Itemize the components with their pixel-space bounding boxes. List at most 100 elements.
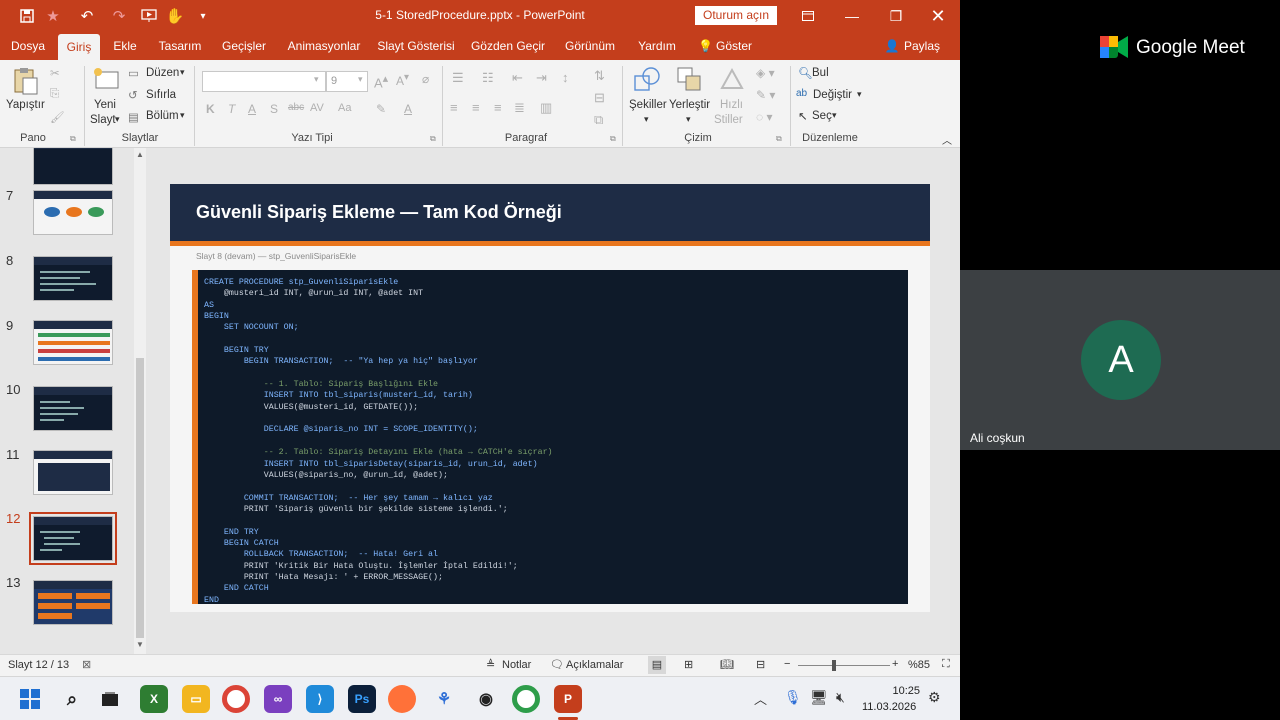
eye-app-icon[interactable]: ◉ (472, 685, 500, 713)
shape-effects-icon[interactable]: ◌ ▾ (756, 110, 773, 124)
notes-icon[interactable]: ≜ (486, 658, 495, 671)
file-explorer-icon[interactable]: ▭ (182, 685, 210, 713)
visual-studio-icon[interactable]: ∞ (264, 685, 292, 713)
select-dropdown-icon[interactable]: ▾ (832, 110, 837, 121)
tab-help[interactable]: Yardım (634, 32, 680, 60)
vscode-icon[interactable]: ⟩ (306, 685, 334, 713)
notes-button[interactable]: Notlar (502, 659, 531, 671)
character-spacing-icon[interactable]: AV (310, 102, 324, 114)
tab-tell-me[interactable]: Göster (714, 32, 754, 60)
shapes-button[interactable]: Şekiller (629, 99, 667, 111)
new-slide-icon[interactable] (92, 66, 120, 95)
new-slide-dropdown-icon[interactable]: ▾ (115, 114, 120, 125)
font-launcher-icon[interactable]: ⧉ (430, 134, 436, 144)
powerpoint-app-icon[interactable]: P (554, 685, 582, 713)
touch-mode-icon[interactable]: ✋ (160, 0, 190, 32)
accessibility-icon[interactable]: ⊠ (82, 658, 91, 671)
chrome-icon[interactable] (222, 685, 250, 713)
tab-insert[interactable]: Ekle (108, 32, 142, 60)
line-spacing-icon[interactable]: ↕ (562, 70, 569, 85)
ribbon-display-options-icon[interactable] (786, 0, 830, 32)
thumbnail-slide-6[interactable] (33, 148, 113, 185)
copy-icon[interactable]: ⎘ (50, 88, 59, 101)
justify-icon[interactable]: ≣ (514, 100, 525, 116)
zoom-out-icon[interactable]: − (784, 658, 790, 670)
microphone-icon[interactable]: 🎙︎ (784, 689, 802, 706)
clipboard-launcher-icon[interactable]: ⧉ (70, 134, 76, 144)
text-shadow-icon[interactable]: S (270, 102, 278, 116)
thumbnail-slide-11[interactable] (33, 450, 113, 495)
reading-view-icon[interactable]: 📖︎ (720, 658, 734, 671)
chrome-profile-icon[interactable] (512, 685, 540, 713)
fit-to-window-icon[interactable]: ⛶ (942, 658, 950, 671)
replace-icon[interactable]: ab (796, 88, 807, 99)
replace-button[interactable]: Değiştir (813, 89, 852, 101)
clear-formatting-icon[interactable]: ⌀ (422, 72, 429, 86)
paragraph-launcher-icon[interactable]: ⧉ (610, 134, 616, 144)
collapse-ribbon-icon[interactable]: ︿ (942, 132, 952, 147)
customize-qat-icon[interactable]: ▾ (188, 0, 218, 32)
app-store-icon[interactable]: ⚘ (430, 685, 458, 713)
task-view-icon[interactable] (96, 685, 124, 713)
new-slide-label-2[interactable]: Slayt (90, 114, 116, 126)
columns-icon[interactable]: ▥ (540, 100, 552, 116)
clock-time[interactable]: 10:25 (866, 685, 920, 697)
zoom-slider[interactable] (798, 665, 890, 666)
tab-design[interactable]: Tasarım (154, 32, 206, 60)
network-icon[interactable]: 🖥︎ (810, 689, 828, 706)
find-icon[interactable]: 🔍︎ (798, 66, 813, 80)
slide-subtitle[interactable]: Slayt 8 (devam) — stp_GuvenliSiparisEkle (196, 251, 356, 261)
notifications-icon[interactable]: ⚙︎ (928, 689, 941, 706)
favorite-star-icon[interactable]: ★ (38, 0, 68, 32)
replace-dropdown-icon[interactable]: ▾ (857, 89, 862, 100)
reset-icon[interactable]: ↺ (128, 88, 138, 102)
paste-icon[interactable] (10, 66, 44, 96)
zoom-slider-thumb[interactable] (832, 660, 836, 671)
participant-tile[interactable]: A Ali coşkun (960, 270, 1280, 450)
show-hidden-icons[interactable]: ︿ (754, 689, 767, 708)
format-painter-icon[interactable]: 🖌 (50, 110, 65, 124)
highlight-icon[interactable]: ✎ (376, 102, 386, 116)
normal-view-icon[interactable]: ▤ (648, 656, 666, 674)
bullets-icon[interactable]: ☰ (452, 70, 464, 86)
arrange-dropdown-icon[interactable]: ▾ (686, 114, 691, 125)
tab-transitions[interactable]: Geçişler (218, 32, 270, 60)
align-text-icon[interactable]: ⊟ (594, 90, 605, 106)
quick-styles-label-2[interactable]: Stiller (714, 114, 743, 126)
section-dropdown-icon[interactable]: ▾ (180, 110, 185, 121)
font-name-dropdown-icon[interactable]: ▾ (314, 74, 319, 85)
shapes-icon[interactable] (632, 66, 662, 97)
search-icon[interactable]: ⌕ (58, 685, 86, 713)
shape-outline-icon[interactable]: ✎ ▾ (756, 88, 775, 102)
quick-styles-icon[interactable] (718, 66, 746, 97)
thumbnails-scrollbar[interactable]: ▲ ▼ (134, 148, 146, 654)
quick-styles-label-1[interactable]: Hızlı (720, 99, 743, 111)
align-center-icon[interactable]: ≡ (472, 100, 480, 115)
slideshow-view-icon[interactable]: ⊟ (756, 658, 765, 671)
thumbnail-slide-12[interactable] (29, 512, 117, 565)
restore-button[interactable]: ❐ (874, 0, 918, 32)
share-button[interactable]: Paylaş (904, 32, 940, 60)
font-size-dropdown-icon[interactable]: ▾ (358, 74, 363, 85)
tab-home[interactable]: Giriş (58, 34, 100, 60)
layout-icon[interactable]: ▭ (128, 66, 139, 80)
shape-fill-icon[interactable]: ◈ ▾ (756, 66, 775, 80)
code-block[interactable]: CREATE PROCEDURE stp_GuvenliSiparisEkle … (192, 270, 908, 604)
close-button[interactable]: ✕ (916, 0, 960, 32)
clock-date[interactable]: 11.03.2026 (862, 701, 916, 713)
tab-slideshow[interactable]: Slayt Gösterisi (376, 32, 456, 60)
layout-button[interactable]: Düzen (146, 67, 179, 79)
zoom-in-icon[interactable]: + (892, 658, 898, 670)
tab-review[interactable]: Gözden Geçir (470, 32, 546, 60)
undo-icon[interactable]: ↶ (72, 0, 102, 32)
arrange-button[interactable]: Yerleştir (669, 99, 710, 111)
redo-icon[interactable]: ↷ (104, 0, 134, 32)
font-color-icon[interactable]: A (404, 102, 412, 116)
numbering-icon[interactable]: ☷ (482, 70, 494, 86)
select-icon[interactable]: ↖ (798, 109, 808, 123)
decrease-indent-icon[interactable]: ⇤ (512, 70, 523, 86)
bold-icon[interactable]: K (206, 102, 215, 116)
thumbnail-slide-13[interactable] (33, 580, 113, 625)
thumbnail-slide-7[interactable] (33, 190, 113, 235)
font-name-input[interactable] (202, 71, 326, 92)
